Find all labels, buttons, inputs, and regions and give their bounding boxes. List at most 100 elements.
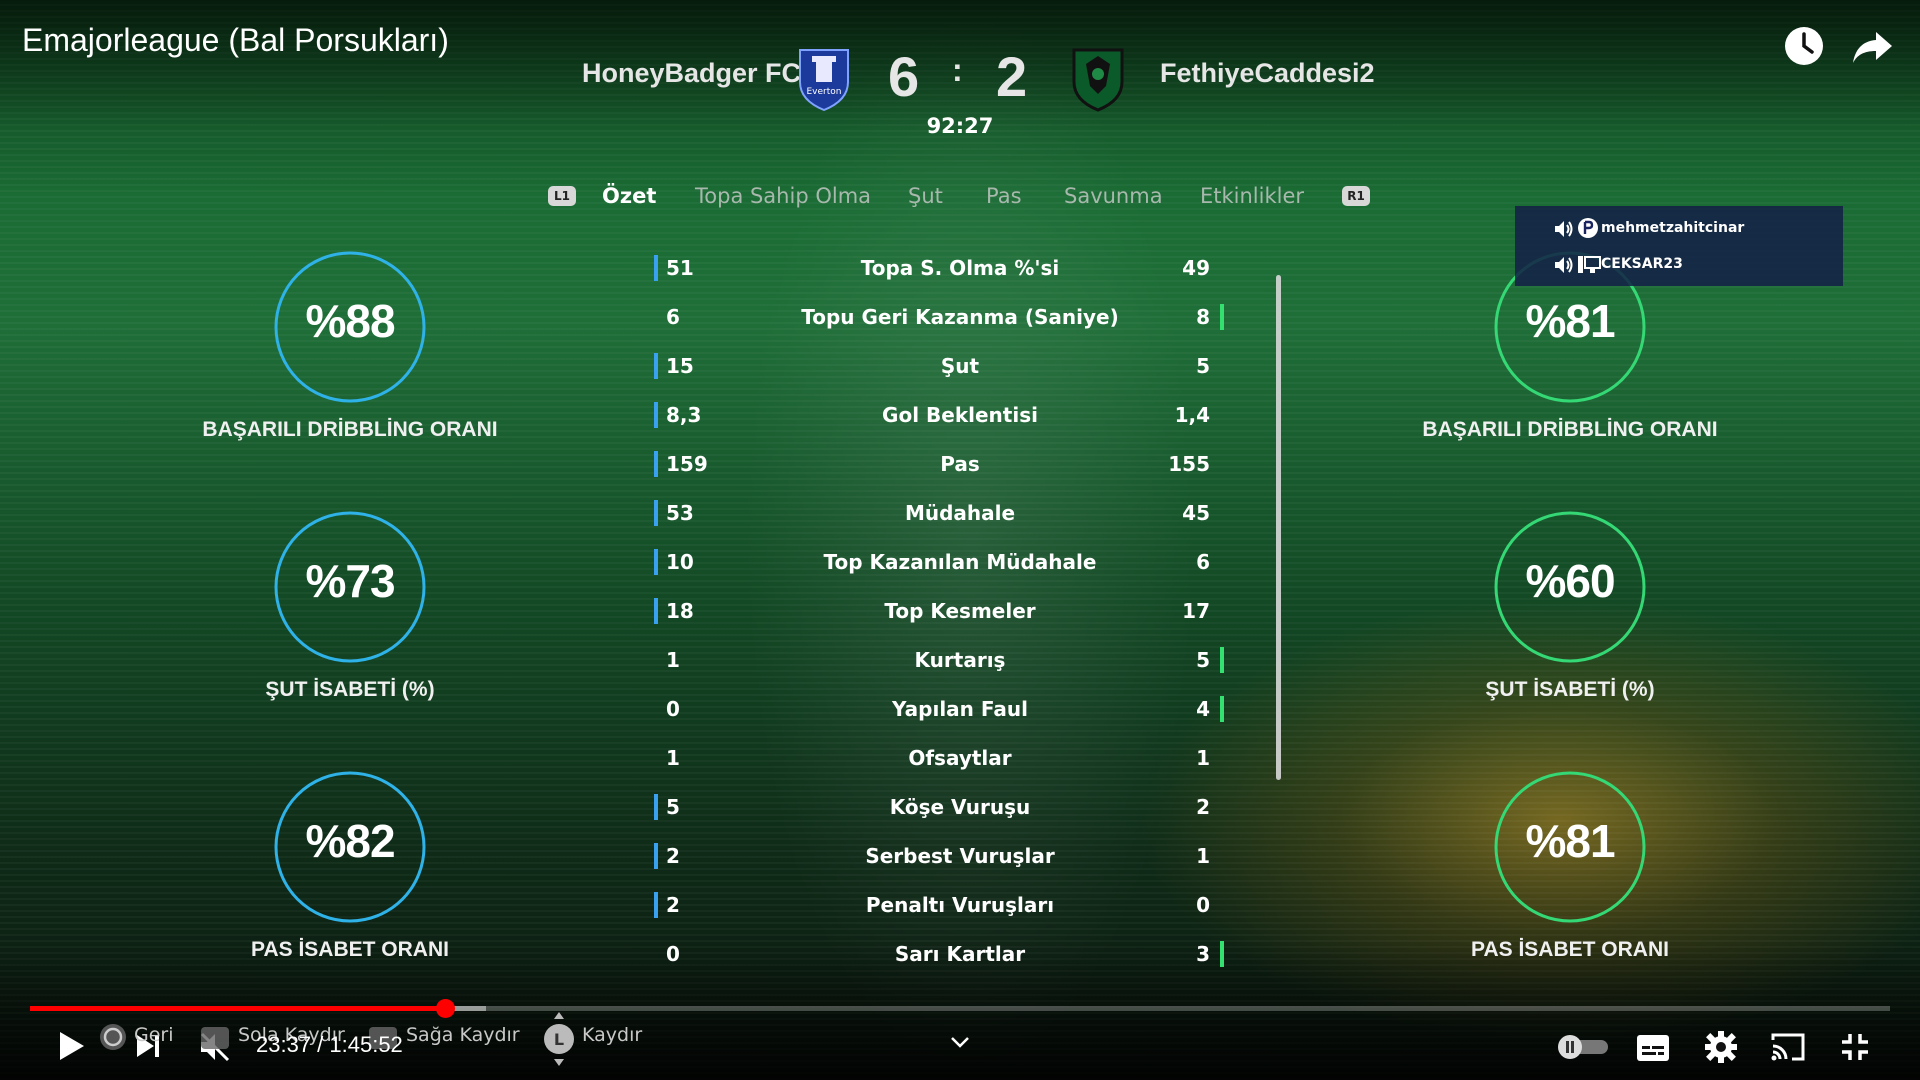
stat-label: Pas <box>940 452 980 476</box>
stat-row: 18 Top Kesmeler 17 <box>650 593 1260 633</box>
away-stat-value: 155 <box>1168 452 1210 476</box>
home-team-crest: Everton <box>794 46 854 112</box>
r1-button-icon[interactable]: R1 <box>1342 186 1370 206</box>
away-team-crest <box>1068 46 1128 112</box>
home-dribbling-label: BAŞARILI DRİBBLİNG ORANI <box>202 418 498 441</box>
home-shot-accuracy-label: ŞUT İSABETİ (%) <box>265 678 435 701</box>
play-icon[interactable] <box>56 1030 86 1066</box>
svg-text:L: L <box>554 1030 564 1049</box>
away-stat-value: 8 <box>1196 305 1210 329</box>
home-shot-accuracy-stat: %73 ŞUT İSABETİ (%) <box>190 510 510 702</box>
tab-defence[interactable]: Savunma <box>1064 184 1163 208</box>
away-shot-accuracy-ring: %60 <box>1493 510 1647 664</box>
stat-row: 159 Pas 155 <box>650 446 1260 486</box>
voice-user-name: mehmetzahitcinar <box>1601 220 1745 236</box>
stat-row: 8,3 Gol Beklentisi 1,4 <box>650 397 1260 437</box>
home-crest-text: Everton <box>807 87 842 97</box>
chevron-down-icon[interactable] <box>948 1030 972 1058</box>
share-icon[interactable] <box>1850 24 1894 68</box>
home-stat-value: 159 <box>666 452 708 476</box>
home-stat-value: 5 <box>666 795 680 819</box>
away-lead-bar <box>1220 304 1224 330</box>
stat-row: 2 Serbest Vuruşlar 1 <box>650 838 1260 878</box>
home-shot-accuracy-value: %73 <box>305 555 395 607</box>
stats-scrollbar[interactable] <box>1276 275 1281 780</box>
home-lead-bar <box>654 451 658 477</box>
home-team-name: HoneyBadger FC <box>582 58 802 88</box>
stat-label: Topu Geri Kazanma (Saniye) <box>801 305 1119 329</box>
tab-passes[interactable]: Pas <box>986 184 1022 208</box>
home-pass-accuracy-ring: %82 <box>273 770 427 924</box>
away-stat-value: 2 <box>1196 795 1210 819</box>
away-lead-bar <box>1220 696 1224 722</box>
home-stat-value: 6 <box>666 305 680 329</box>
home-stat-value: 1 <box>666 746 680 770</box>
home-lead-bar <box>654 353 658 379</box>
home-stat-value: 18 <box>666 599 694 623</box>
home-lead-bar <box>654 843 658 869</box>
speaker-icon <box>1553 254 1575 280</box>
voice-chat-overlay: mehmetzahitcinar CEKSAR23 <box>1515 206 1843 286</box>
hint-scroll-right: Sağa Kaydır <box>406 1024 520 1046</box>
tab-events[interactable]: Etkinlikler <box>1200 184 1304 208</box>
stat-label: Sarı Kartlar <box>894 942 1026 966</box>
home-stat-value: 8,3 <box>666 403 702 427</box>
away-stat-value: 45 <box>1182 501 1210 525</box>
away-dribbling-value: %81 <box>1525 295 1615 347</box>
home-pass-accuracy-label: PAS İSABET ORANI <box>251 938 449 961</box>
away-score: 2 <box>996 45 1028 108</box>
home-lead-bar <box>654 402 658 428</box>
stat-row: 53 Müdahale 45 <box>650 495 1260 535</box>
stat-label: Penaltı Vuruşları <box>865 893 1055 917</box>
away-team-name: FethiyeCaddesi2 <box>1160 58 1375 88</box>
autoplay-toggle-icon[interactable] <box>1556 1034 1610 1064</box>
video-title[interactable]: Emajorleague (Bal Porsukları) <box>22 22 449 59</box>
away-stat-value: 6 <box>1196 550 1210 574</box>
match-clock: 92:27 <box>926 114 994 138</box>
stat-label: Köşe Vuruşu <box>889 795 1031 819</box>
away-shot-accuracy-stat: %60 ŞUT İSABETİ (%) <box>1410 510 1730 702</box>
stat-label: Kurtarış <box>914 648 1006 672</box>
left-stick-icon: L <box>542 1010 576 1072</box>
stat-row: 2 Penaltı Vuruşları 0 <box>650 887 1260 927</box>
home-dribbling-stat: %88 BAŞARILI DRİBBLİNG ORANI <box>190 250 510 442</box>
circle-button-icon <box>98 1022 128 1056</box>
away-dribbling-label: BAŞARILI DRİBBLİNG ORANI <box>1422 418 1718 441</box>
subtitles-icon[interactable] <box>1636 1034 1670 1066</box>
cast-icon[interactable] <box>1770 1032 1806 1066</box>
away-stat-value: 0 <box>1196 893 1210 917</box>
speaker-icon <box>1553 218 1575 244</box>
stat-label: Müdahale <box>904 501 1016 525</box>
away-stat-value: 49 <box>1182 256 1210 280</box>
l2-button-icon <box>200 1026 230 1054</box>
stat-label: Gol Beklentisi <box>882 403 1038 427</box>
home-lead-bar <box>654 500 658 526</box>
home-stat-value: 2 <box>666 893 680 917</box>
tab-ozet[interactable]: Özet <box>602 184 656 208</box>
away-stat-value: 5 <box>1196 354 1210 378</box>
stat-label: Topa S. Olma %'si <box>860 256 1060 280</box>
stat-row: 15 Şut 5 <box>650 348 1260 388</box>
tab-shots[interactable]: Şut <box>908 184 943 208</box>
tab-possession[interactable]: Topa Sahip Olma <box>695 184 871 208</box>
playstation-icon <box>1577 217 1599 243</box>
video-progress-bar[interactable] <box>30 999 1890 1018</box>
stat-row: 5 Köşe Vuruşu 2 <box>650 789 1260 829</box>
away-pass-accuracy-stat: %81 PAS İSABET ORANI <box>1410 770 1730 962</box>
away-lead-bar <box>1220 647 1224 673</box>
settings-gear-icon[interactable] <box>1704 1030 1738 1068</box>
exit-fullscreen-icon[interactable] <box>1840 1032 1870 1066</box>
scrubber-handle[interactable] <box>435 999 455 1018</box>
stat-row: 51 Topa S. Olma %'si 49 <box>650 250 1260 290</box>
home-dribbling-value: %88 <box>305 295 395 347</box>
home-lead-bar <box>654 255 658 281</box>
l1-button-icon[interactable]: L1 <box>548 186 576 206</box>
stat-label: Yapılan Faul <box>892 697 1028 721</box>
stat-label: Şut <box>940 354 980 378</box>
watch-later-clock-icon[interactable] <box>1782 24 1826 68</box>
away-shot-accuracy-value: %60 <box>1525 555 1615 607</box>
stat-row: 6 Topu Geri Kazanma (Saniye) 8 <box>650 299 1260 339</box>
stat-row: 0 Sarı Kartlar 3 <box>650 936 1260 976</box>
home-lead-bar <box>654 892 658 918</box>
away-stat-value: 3 <box>1196 942 1210 966</box>
